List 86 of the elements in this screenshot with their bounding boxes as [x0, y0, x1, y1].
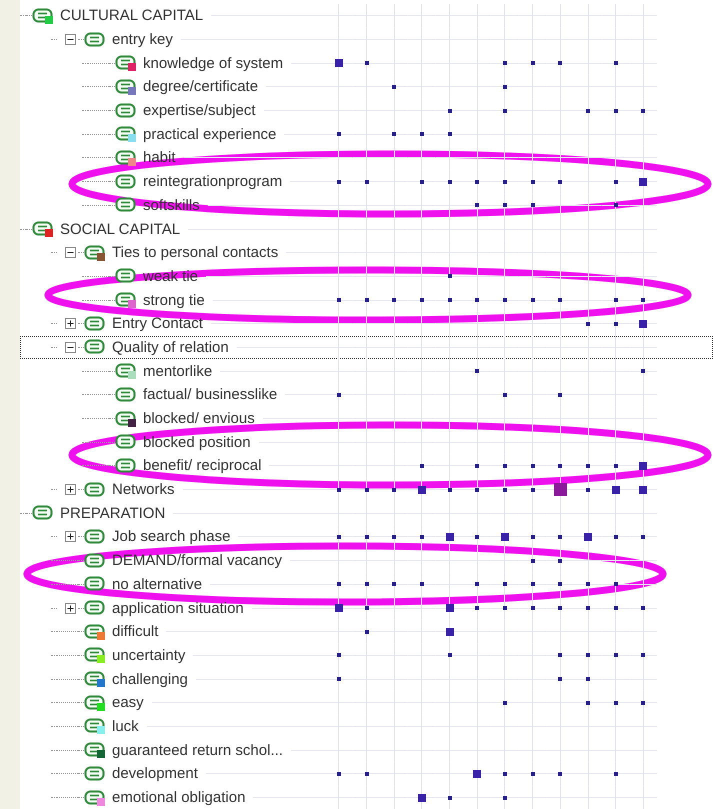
- plus-box-icon[interactable]: [65, 318, 76, 330]
- code-icon: [115, 267, 137, 286]
- code-label[interactable]: no alternative: [112, 576, 202, 593]
- tree-row[interactable]: emotional obligation: [20, 786, 713, 809]
- tree-row[interactable]: no alternative: [20, 572, 713, 596]
- tree-row[interactable]: Quality of relation: [20, 336, 713, 360]
- plus-box-icon[interactable]: [65, 484, 76, 496]
- code-label[interactable]: uncertainty: [112, 646, 186, 664]
- tree-row[interactable]: degree/certificate: [20, 75, 713, 99]
- code-label[interactable]: application situation: [112, 600, 244, 617]
- code-label[interactable]: reintegrationprogram: [143, 173, 282, 190]
- plus-box-icon[interactable]: [65, 531, 76, 542]
- tree-row[interactable]: PREPARATION: [20, 501, 713, 526]
- tree-row[interactable]: development: [20, 762, 713, 786]
- code-label[interactable]: expertise/subject: [143, 102, 256, 120]
- code-label[interactable]: knowledge of system: [143, 54, 284, 72]
- tree-row[interactable]: difficult: [20, 620, 713, 644]
- code-label[interactable]: Job search phase: [112, 528, 230, 546]
- code-label[interactable]: CULTURAL CAPITAL: [60, 7, 204, 24]
- tree-row[interactable]: CULTURAL CAPITAL: [20, 4, 713, 28]
- code-icon: [84, 552, 106, 570]
- tree-row[interactable]: Job search phase: [20, 525, 713, 549]
- code-label[interactable]: strong tie: [143, 292, 205, 309]
- code-label[interactable]: Quality of relation: [112, 338, 229, 356]
- code-label[interactable]: difficult: [112, 623, 158, 640]
- code-icon: [115, 433, 137, 452]
- tree-row[interactable]: knowledge of system: [20, 51, 713, 76]
- tree-row[interactable]: application situation: [20, 596, 713, 620]
- code-label[interactable]: benefit/ reciprocal: [143, 457, 262, 474]
- tree-row[interactable]: reintegrationprogram: [20, 170, 713, 194]
- code-label[interactable]: Ties to personal contacts: [112, 244, 278, 262]
- code-icon: [84, 764, 106, 783]
- tree-row[interactable]: uncertainty: [20, 644, 713, 668]
- code-label[interactable]: Networks: [112, 481, 175, 498]
- code-label[interactable]: SOCIAL CAPITAL: [60, 220, 180, 238]
- minus-box-icon[interactable]: [65, 342, 76, 353]
- code-label[interactable]: guaranteed return schol...: [112, 742, 283, 759]
- tree-row[interactable]: Networks: [20, 478, 713, 502]
- code-label[interactable]: luck: [112, 718, 139, 735]
- tree-row[interactable]: benefit/ reciprocal: [20, 454, 713, 478]
- code-label[interactable]: blocked/ envious: [143, 410, 255, 428]
- code-icon: [115, 102, 137, 120]
- code-label[interactable]: PREPARATION: [60, 504, 166, 522]
- tree-row[interactable]: Entry Contact: [20, 312, 713, 336]
- tree-row[interactable]: strong tie: [20, 288, 713, 312]
- code-icon: [115, 196, 137, 214]
- code-icon: [84, 480, 106, 499]
- code-icon: [32, 504, 54, 522]
- tree-row[interactable]: practical experience: [20, 122, 713, 146]
- code-label[interactable]: entry key: [112, 31, 173, 48]
- code-icon: [115, 172, 137, 191]
- tree-row[interactable]: expertise/subject: [20, 98, 713, 122]
- code-icon: [84, 30, 106, 49]
- plus-box-icon[interactable]: [65, 602, 76, 614]
- code-icon: [84, 314, 106, 333]
- code-label[interactable]: factual/ businesslike: [143, 386, 278, 404]
- minus-box-icon[interactable]: [65, 34, 76, 46]
- code-label[interactable]: degree/certificate: [143, 78, 258, 96]
- minus-box-icon[interactable]: [65, 247, 76, 258]
- tree-row[interactable]: blocked/ envious: [20, 406, 713, 430]
- tree-row[interactable]: guaranteed return schol...: [20, 738, 713, 762]
- tree-row[interactable]: mentorlike: [20, 359, 713, 383]
- code-icon: [84, 528, 106, 546]
- code-label[interactable]: emotional obligation: [112, 789, 246, 806]
- tree-row[interactable]: easy: [20, 690, 713, 715]
- code-icon: [84, 338, 106, 356]
- tree-row[interactable]: blocked position: [20, 430, 713, 454]
- tree-row[interactable]: luck: [20, 714, 713, 738]
- code-icon: [115, 386, 137, 404]
- code-icon: [115, 456, 137, 475]
- code-label[interactable]: challenging: [112, 670, 188, 688]
- code-label[interactable]: Entry Contact: [112, 315, 203, 332]
- tree-row[interactable]: factual/ businesslike: [20, 383, 713, 407]
- code-label[interactable]: mentorlike: [143, 362, 212, 380]
- code-label[interactable]: blocked position: [143, 434, 251, 451]
- code-icon: [84, 575, 106, 594]
- code-label[interactable]: practical experience: [143, 126, 276, 143]
- code-label[interactable]: DEMAND/formal vacancy: [112, 552, 282, 570]
- code-icon: [84, 599, 106, 618]
- tree-row[interactable]: DEMAND/formal vacancy: [20, 548, 713, 572]
- tree-row[interactable]: Ties to personal contacts: [20, 240, 713, 265]
- tree-row[interactable]: challenging: [20, 667, 713, 691]
- code-label[interactable]: development: [112, 765, 198, 782]
- tree-row[interactable]: SOCIAL CAPITAL: [20, 217, 713, 241]
- code-label[interactable]: easy: [112, 694, 144, 712]
- tree-row[interactable]: entry key: [20, 28, 713, 52]
